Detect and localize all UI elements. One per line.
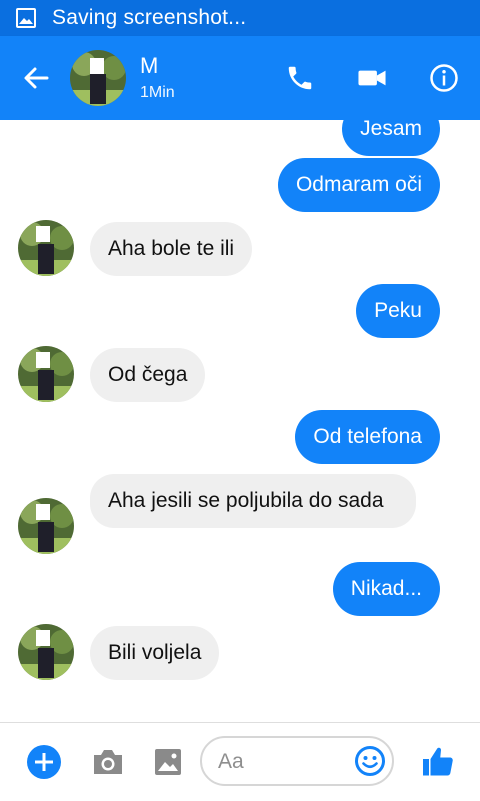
message-bubble[interactable]: Od telefona [295,410,440,464]
message-bubble[interactable]: Peku [356,284,440,338]
arrow-left-icon [24,67,49,89]
message-outgoing: Peku [356,284,440,338]
contact-avatar[interactable] [70,50,126,106]
message-input[interactable] [216,744,340,780]
message-incoming: Bili voljela [90,626,220,680]
message-bubble[interactable]: Od čega [90,348,206,402]
message-outgoing: Odmaram oči [277,158,440,212]
message-incoming: Aha bole te ili [90,222,253,276]
contact-name: M [140,53,159,78]
message-bubble[interactable]: Aha bole te ili [90,222,253,276]
status-bar: Saving screenshot... [0,0,480,36]
gallery-button[interactable] [150,744,186,780]
message-bubble[interactable]: Jesam [342,120,440,156]
video-call-button[interactable] [336,36,408,120]
message-incoming: Od čega [90,348,206,402]
like-button[interactable] [418,742,458,782]
sender-avatar[interactable] [18,346,74,402]
emoji-icon [355,746,385,776]
active-status: 1Min [140,84,175,101]
message-composer [0,722,480,801]
status-text: Saving screenshot... [52,6,247,29]
message-incoming: Aha jesili se poljubila do sada [90,474,416,528]
video-camera-icon [358,70,386,86]
sender-avatar[interactable] [18,220,74,276]
message-bubble[interactable]: Aha jesili se poljubila do sada [90,474,416,528]
camera-icon [94,750,122,774]
back-button[interactable] [6,36,66,120]
camera-button[interactable] [90,744,126,780]
message-bubble[interactable]: Bili voljela [90,626,220,680]
message-outgoing: Nikad... [332,562,440,616]
gallery-icon [155,749,181,775]
sender-avatar[interactable] [18,624,74,680]
image-icon [16,8,36,28]
plus-icon [27,745,61,779]
message-outgoing: Jesam [342,120,440,156]
info-button[interactable] [408,36,480,120]
conversation-header: M 1Min [0,36,480,120]
emoji-button[interactable] [352,743,388,779]
phone-icon [288,66,312,90]
message-bubble[interactable]: Odmaram oči [277,158,440,212]
info-icon [430,64,458,92]
message-bubble[interactable]: Nikad... [332,562,440,616]
more-actions-button[interactable] [26,744,62,780]
message-outgoing: Od telefona [295,410,440,464]
thumbs-up-icon [423,747,453,776]
sender-avatar[interactable] [18,498,74,554]
message-list[interactable]: Jesam Odmaram oči Aha bole te ili Peku O… [0,120,480,722]
message-input-wrapper[interactable] [200,736,394,786]
call-button[interactable] [264,36,336,120]
